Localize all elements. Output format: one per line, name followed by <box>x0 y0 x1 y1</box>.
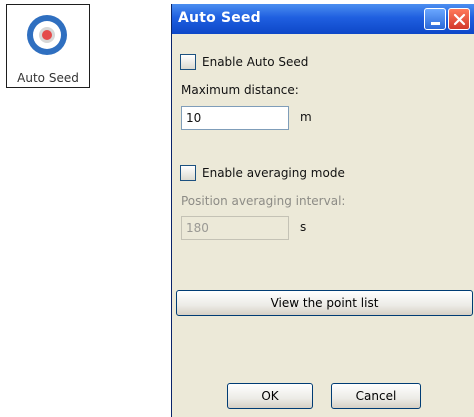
enable-averaging-row[interactable]: Enable averaging mode <box>180 163 345 183</box>
enable-auto-seed-row[interactable]: Enable Auto Seed <box>180 52 308 72</box>
avg-interval-unit: s <box>300 220 307 234</box>
view-point-list-button[interactable]: View the point list <box>176 290 473 316</box>
enable-auto-seed-label: Enable Auto Seed <box>202 55 309 69</box>
enable-averaging-label: Enable averaging mode <box>202 166 345 180</box>
dialog-title: Auto Seed <box>178 10 261 26</box>
minimize-icon <box>431 22 440 25</box>
app-icon-label: Auto Seed <box>17 71 79 85</box>
enable-averaging-checkbox[interactable] <box>180 165 196 181</box>
avg-interval-input[interactable] <box>181 216 289 240</box>
enable-auto-seed-checkbox[interactable] <box>180 54 196 70</box>
avg-interval-label: Position averaging interval: <box>181 194 346 208</box>
close-icon <box>453 13 466 26</box>
close-button[interactable] <box>448 8 470 30</box>
target-icon <box>27 15 67 55</box>
cancel-button[interactable]: Cancel <box>331 383 421 409</box>
minimize-button[interactable] <box>424 8 446 30</box>
max-distance-label: Maximum distance: <box>181 83 299 97</box>
auto-seed-dialog: Auto Seed Enable Auto Seed Maximum dista… <box>171 4 474 417</box>
title-bar: Auto Seed <box>172 4 474 34</box>
max-distance-input[interactable] <box>181 106 289 130</box>
max-distance-unit: m <box>300 110 312 124</box>
ok-button[interactable]: OK <box>227 383 313 409</box>
auto-seed-app-icon[interactable]: Auto Seed <box>6 4 90 88</box>
